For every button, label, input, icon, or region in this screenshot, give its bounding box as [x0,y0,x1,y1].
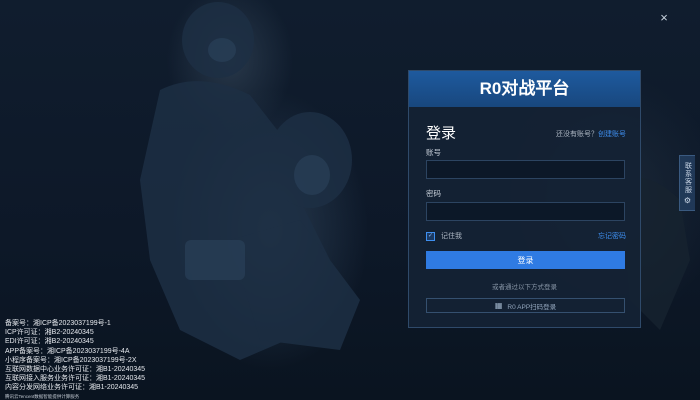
login-card: R0对战平台 登录 还没有账号？创建账号 账号 密码 ✓ 记住我 忘记密码 登录… [408,70,641,328]
other-methods-text: 或者通过以下方式登录 [492,284,557,291]
customer-service-tab[interactable]: 联系客服 ⚙ [679,155,695,211]
check-icon[interactable]: ✓ [426,231,435,241]
platform-title: R0对战平台 [409,71,640,107]
close-icon[interactable]: × [656,10,672,26]
no-account-text: 还没有账号？ [556,131,598,138]
login-heading: 登录 [426,125,457,142]
create-account-link[interactable]: 创建账号 [598,131,626,138]
license-footer: 备案号：湘ICP备2023037199号-1 ICP许可证：湘B2-202403… [5,319,145,400]
license-line: EDI许可证：湘B2-20240345 [5,338,94,346]
password-input[interactable] [426,202,625,221]
gear-icon: ⚙ [683,195,692,205]
license-line: 互联网接入服务业务许可证：湘B1-20240345 [5,375,146,383]
qr-login-label: R0 APP扫码登录 [507,303,557,311]
forgot-password-link[interactable]: 忘记密码 [598,231,626,241]
password-label: 密码 [426,189,441,198]
customer-service-label: 联系客服 [684,161,692,194]
license-line: 备案号：湘ICP备2023037199号-1 [5,320,111,327]
license-line: APP备案号：湘ICP备2023037199号-4A [5,347,130,355]
license-line: 小程序备案号：湘ICP备2023037199号-2X [5,356,137,364]
account-label: 账号 [426,148,441,157]
qr-code-icon: ▦ [494,301,503,310]
license-line: 内容分发网络业务许可证：湘B1-20240345 [5,384,139,392]
login-button[interactable]: 登录 [426,251,625,269]
remember-label: 记住我 [441,233,462,240]
remember-me[interactable]: ✓ 记住我 [426,231,462,241]
account-input[interactable] [426,160,625,179]
qr-login-button[interactable]: ▦ R0 APP扫码登录 [426,298,625,313]
service-provider-note: 腾讯云Tencent数据智能提供计算服务 [5,393,80,399]
license-line: 互联网数据中心业务许可证：湘B1-20240345 [5,366,146,374]
license-line: ICP许可证：湘B2-20240345 [5,329,94,337]
no-account-prompt: 还没有账号？创建账号 [556,129,626,139]
